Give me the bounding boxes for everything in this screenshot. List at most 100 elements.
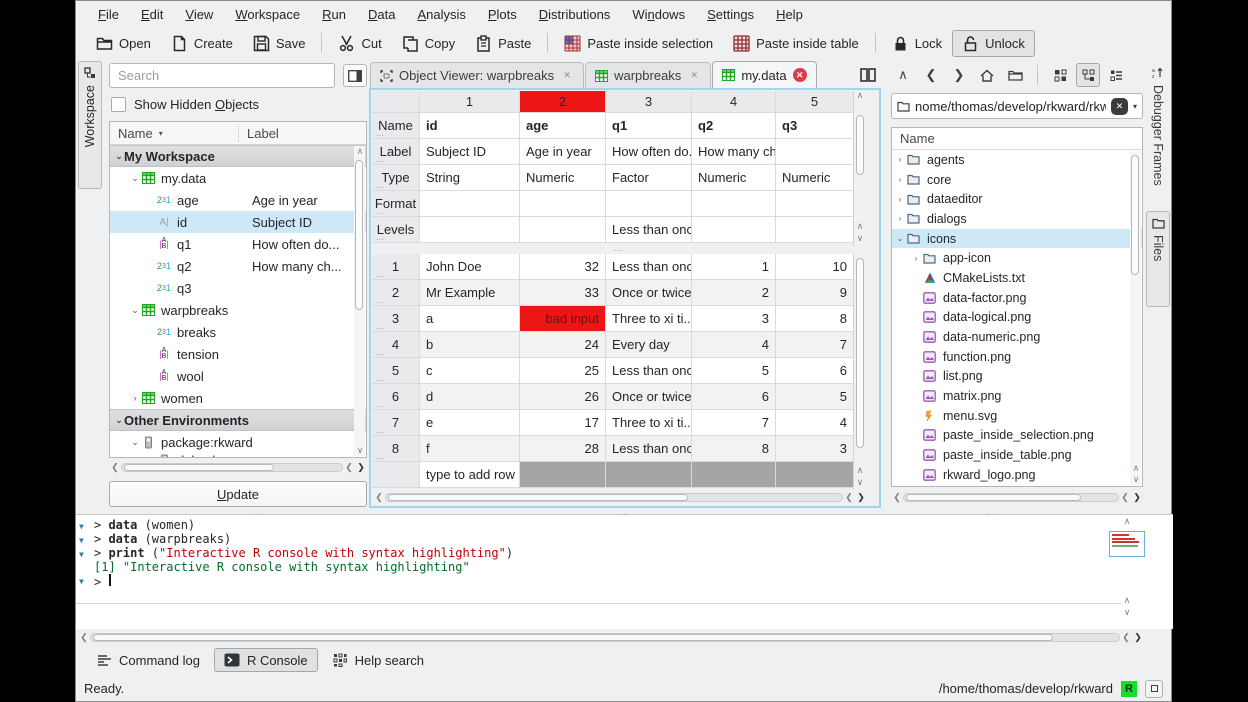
cut-button[interactable]: Cut <box>328 30 391 57</box>
resize-handle[interactable]: ⋯ <box>376 235 385 243</box>
meta-cell[interactable] <box>420 217 520 243</box>
data-cell[interactable]: 10 <box>776 254 854 280</box>
meta-cell[interactable]: Numeric <box>692 165 776 191</box>
tab-close-icon[interactable]: ✕ <box>687 69 701 83</box>
resize-handle[interactable]: ⋯ <box>376 324 385 332</box>
menu-workspace[interactable]: Workspace <box>225 4 310 25</box>
detail-view-button[interactable] <box>1104 63 1128 87</box>
menu-help[interactable]: Help <box>766 4 813 25</box>
data-grid-vscrollbar[interactable]: ∧∨ <box>853 254 866 490</box>
files-vscrollbar[interactable]: ∧ ∨ <box>1130 151 1141 485</box>
resize-handle[interactable]: ⋯ <box>376 428 385 436</box>
resize-handle[interactable]: ⋯ <box>376 131 385 139</box>
file-row-list-png[interactable]: list.png <box>892 367 1142 387</box>
data-cell[interactable]: John Doe <box>420 254 520 280</box>
meta-row-header[interactable]: Levels⋯ <box>372 217 420 243</box>
column-header-5[interactable]: 5 <box>776 91 854 113</box>
tree-item-q1[interactable]: |AB|q1How often do... <box>110 233 366 255</box>
row-header-4[interactable]: 4⋯ <box>372 332 420 358</box>
resize-handle[interactable]: ⋯ <box>376 209 385 217</box>
tree-item-wool[interactable]: |AB|wool <box>110 365 366 387</box>
collapse-chevron-icon[interactable]: ⌄ <box>130 305 140 316</box>
data-cell[interactable]: b <box>420 332 520 358</box>
data-cell[interactable]: 4 <box>692 332 776 358</box>
data-cell[interactable]: c <box>420 358 520 384</box>
meta-cell[interactable]: q2 <box>692 113 776 139</box>
interrupt-button[interactable] <box>1145 680 1163 698</box>
row-header-1[interactable]: 1⋯ <box>372 254 420 280</box>
data-cell[interactable]: 25 <box>520 358 606 384</box>
row-header-7[interactable]: 7⋯ <box>372 410 420 436</box>
data-cell[interactable]: Less than onc... <box>606 358 692 384</box>
row-header-8[interactable]: 8⋯ <box>372 436 420 462</box>
forward-button[interactable]: ❯ <box>947 63 971 87</box>
icon-view-button[interactable] <box>1048 63 1072 87</box>
collapse-chevron-icon[interactable]: ⌄ <box>114 415 124 426</box>
file-row-data-logical-png[interactable]: data-logical.png <box>892 308 1142 328</box>
paste-button[interactable]: Paste <box>465 30 541 57</box>
file-row-rkward-logo-png[interactable]: rkward_logo.png <box>892 465 1142 485</box>
resize-handle[interactable]: ⋯ <box>376 350 385 358</box>
update-button[interactable]: Update <box>109 481 367 507</box>
expand-chevron-icon[interactable]: › <box>910 254 922 263</box>
resize-handle[interactable]: ⋯ <box>376 376 385 384</box>
row-header-5[interactable]: 5⋯ <box>372 358 420 384</box>
menu-view[interactable]: View <box>175 4 223 25</box>
file-row-function-png[interactable]: function.png <box>892 347 1142 367</box>
data-cell[interactable]: 5 <box>692 358 776 384</box>
file-row-data-numeric-png[interactable]: data-numeric.png <box>892 327 1142 347</box>
debugger-frames-dock-tab[interactable]: az Debugger Frames <box>1146 61 1170 201</box>
data-cell[interactable]: 33 <box>520 280 606 306</box>
tree-section-my-workspace[interactable]: ⌄My Workspace <box>110 145 366 167</box>
file-row-matrix-png[interactable]: matrix.png <box>892 386 1142 406</box>
meta-cell[interactable]: String <box>420 165 520 191</box>
data-cell[interactable]: 7 <box>776 332 854 358</box>
tab-close-icon[interactable]: ✕ <box>793 68 807 82</box>
search-options-button[interactable] <box>343 64 367 87</box>
tab-close-icon[interactable]: ✕ <box>560 69 574 83</box>
tree-item-q3[interactable]: 231q3 <box>110 277 366 299</box>
add-row-input-cell[interactable]: type to add row <box>420 462 520 488</box>
data-cell[interactable]: 3 <box>776 436 854 462</box>
data-cell[interactable]: d <box>420 384 520 410</box>
show-hidden-objects-checkbox[interactable] <box>111 97 126 112</box>
file-row-icons[interactable]: ⌄icons <box>892 229 1142 249</box>
meta-cell[interactable]: Numeric <box>776 165 854 191</box>
file-row-app-icon[interactable]: ›app-icon <box>892 248 1142 268</box>
data-cell[interactable]: 8 <box>692 436 776 462</box>
data-cell[interactable]: 26 <box>520 384 606 410</box>
r-console-view[interactable]: ⋯⋯⋯ ▼> data (women)▼> data (warpbreaks)▼… <box>76 514 1173 629</box>
meta-cell[interactable] <box>520 191 606 217</box>
open-button[interactable]: Open <box>86 30 161 57</box>
tree-item-id[interactable]: A|idSubject ID <box>110 211 366 233</box>
resize-handle[interactable]: ⋯ <box>376 183 385 191</box>
column-header-3[interactable]: 3 <box>606 91 692 113</box>
console-vscrollbar[interactable]: ∧ ∧ ∨ <box>1109 517 1145 627</box>
menu-data[interactable]: Data <box>358 4 405 25</box>
column-header-label[interactable]: Label <box>238 126 279 141</box>
path-combobox[interactable]: nome/thomas/develop/rkward/rkward/ ✕ ▾ <box>891 93 1143 119</box>
document-tab-warpbreaks[interactable]: warpbreaks✕ <box>585 62 711 88</box>
resize-handle[interactable]: ⋯ <box>376 454 385 462</box>
up-button[interactable]: ∧ <box>891 63 915 87</box>
expand-chevron-icon[interactable]: › <box>130 393 140 403</box>
meta-row-header[interactable]: Name⋯ <box>372 113 420 139</box>
row-header-2[interactable]: 2⋯ <box>372 280 420 306</box>
file-row-core[interactable]: ›core <box>892 170 1142 190</box>
meta-cell[interactable] <box>776 217 854 243</box>
tree-item-breaks[interactable]: 231breaks <box>110 321 366 343</box>
data-cell[interactable]: Once or twice... <box>606 280 692 306</box>
data-cell[interactable]: Mr Example <box>420 280 520 306</box>
document-tab-object-viewer-warpbreaks[interactable]: Object Viewer: warpbreaks✕ <box>370 62 584 88</box>
console-minimap[interactable] <box>1109 531 1145 557</box>
resize-handle[interactable]: ⋯ <box>376 402 385 410</box>
meta-cell[interactable]: Less than onc... <box>606 217 692 243</box>
expand-chevron-icon[interactable]: › <box>894 155 906 164</box>
grid-splitter[interactable]: ⋯ <box>372 246 866 254</box>
tree-item-q2[interactable]: 231q2How many ch... <box>110 255 366 277</box>
tool-tab-help-search[interactable]: Help search <box>322 648 434 672</box>
paste-inside-table-button[interactable]: Paste inside table <box>723 30 869 57</box>
meta-cell[interactable] <box>520 217 606 243</box>
data-cell[interactable]: f <box>420 436 520 462</box>
data-cell[interactable]: 6 <box>776 358 854 384</box>
